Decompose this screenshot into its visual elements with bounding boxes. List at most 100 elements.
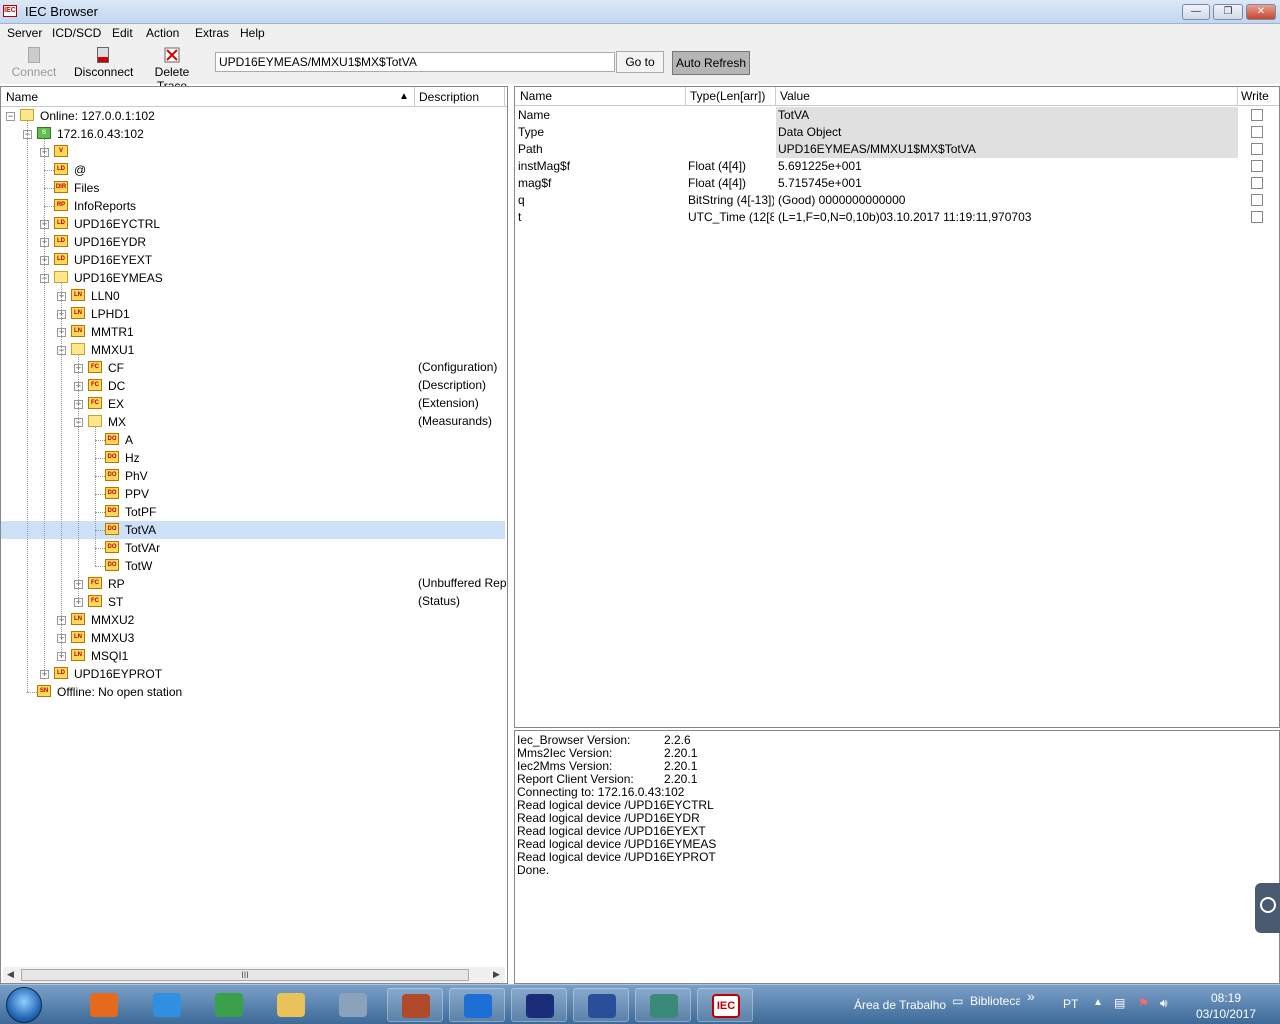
collapse-icon[interactable]: − [6,112,15,121]
tree-node[interactable]: + LN MMXU3 [1,629,505,647]
network-icon[interactable]: ▤ [1114,996,1125,1010]
write-checkbox[interactable] [1251,109,1263,121]
props-col-write[interactable]: Write [1241,89,1269,103]
disconnect-button[interactable]: Disconnect [74,47,133,81]
tree-node[interactable]: + LN LPHD1 [1,305,505,323]
tree-node[interactable]: DO Hz [1,449,505,467]
tree-pane[interactable]: Name ▲ Description − Online: 127.0.0.1:10… [0,86,508,984]
action-center-icon[interactable]: ⚑ [1138,996,1149,1010]
tree-node[interactable]: + LN LLN0 [1,287,505,305]
property-row[interactable]: instMag$f Float (4[4]) 5.691225e+001 [515,158,1279,175]
tree-node[interactable]: RP InfoReports [1,197,505,215]
tree-node[interactable]: + LD UPD16EYEXT [1,251,505,269]
tree-node[interactable]: DO TotPF [1,503,505,521]
tree-node[interactable]: + LD UPD16EYCTRL [1,215,505,233]
clock-time[interactable]: 08:19 [1211,991,1241,1005]
property-row[interactable]: Name TotVA [515,107,1279,124]
tree-node[interactable]: + LN MSQI1 [1,647,505,665]
tree-horizontal-scrollbar[interactable]: ◀ III ▶ [3,967,505,983]
scroll-left-icon[interactable]: ◀ [7,969,14,980]
language-indicator[interactable]: PT [1063,997,1078,1011]
property-row[interactable]: mag$f Float (4[4]) 5.715745e+001 [515,175,1279,192]
tree-node[interactable]: DO PhV [1,467,505,485]
menu-extras[interactable]: Extras [195,26,229,40]
write-checkbox[interactable] [1251,160,1263,172]
tree-node[interactable]: + LN MMTR1 [1,323,505,341]
props-col-type[interactable]: Type(Len[arr]) [690,89,765,103]
write-checkbox[interactable] [1251,143,1263,155]
x-tool-taskbar-button[interactable] [511,988,567,1022]
start-button[interactable] [6,987,42,1023]
tree-node[interactable]: + FC ST (Status) [1,593,505,611]
tree-node[interactable]: DO TotW [1,557,505,575]
sort-ascending-icon[interactable]: ▲ [399,91,409,102]
property-row[interactable]: t UTC_Time (12[8 (L=1,F=0,N=0,10b)03.10.20… [515,209,1279,226]
props-col-value[interactable]: Value [780,89,810,103]
tree-node[interactable]: − UPD16EYMEAS [1,269,505,287]
ie-taskbar-button[interactable] [139,988,195,1022]
keyboard-taskbar-button[interactable] [325,988,381,1022]
property-row[interactable]: Path UPD16EYMEAS/MMXU1$MX$TotVA [515,141,1279,158]
config-tool-taskbar-button[interactable] [635,988,691,1022]
tree-node[interactable]: + FC RP (Unbuffered Rep.. [1,575,507,593]
write-checkbox[interactable] [1251,126,1263,138]
firefox-taskbar-button[interactable] [76,988,132,1022]
tree-node[interactable]: DO TotVAr [1,539,505,557]
menu-server[interactable]: Server [7,26,42,40]
tree-node[interactable]: + FC EX (Extension) [1,395,505,413]
tree-node[interactable]: − S 172.16.0.43:102 [1,125,505,143]
volume-icon[interactable]: 🔊︎ [1160,996,1168,1011]
write-checkbox[interactable] [1251,177,1263,189]
property-row[interactable]: Type Data Object [515,124,1279,141]
tray-expand-icon[interactable]: ▲ [1093,997,1103,1008]
remote-desktop-taskbar-button[interactable] [387,988,443,1022]
tree-node[interactable]: DO A [1,431,505,449]
tree-node[interactable]: + LD UPD16EYPROT [1,665,505,683]
tree-node[interactable]: DIR Files [1,179,505,197]
property-row[interactable]: q BitString (4[-13]) (Good) 0000000000000 [515,192,1279,209]
clock-date[interactable]: 03/10/2017 [1196,1007,1256,1021]
menu-edit[interactable]: Edit [112,26,133,40]
tree-node[interactable]: + LD UPD16EYDR [1,233,505,251]
menu-icd-scd[interactable]: ICD/SCD [52,26,101,40]
log-pane[interactable]: Iec_Browser Version: 2.2.6 Mms2Iec Version… [514,730,1280,984]
chrome-taskbar-button[interactable] [201,988,257,1022]
tree-node[interactable]: DO TotVA [1,521,505,539]
ld-icon: LD [54,217,68,229]
write-checkbox[interactable] [1251,194,1263,206]
teamviewer-side-tab[interactable] [1255,883,1280,933]
props-col-name[interactable]: Name [520,89,552,103]
tree-node[interactable]: DO PPV [1,485,505,503]
maximize-button[interactable]: ❐ [1213,4,1243,20]
tree-node[interactable]: − MMXU1 [1,341,505,359]
auto-refresh-button[interactable]: Auto Refresh [672,51,750,75]
goto-button[interactable]: Go to [616,51,664,73]
toolbar-chevron-icon[interactable]: » [1027,988,1035,1004]
iec-browser-taskbar-button[interactable]: IEC [697,988,753,1022]
tree-node[interactable]: + V [1,143,505,161]
scroll-thumb[interactable]: III [21,969,469,981]
minimize-button[interactable]: — [1182,4,1210,20]
tree-node[interactable]: − MX (Measurands) [1,413,505,431]
tree-col-name[interactable]: Name [6,90,38,104]
tree-node[interactable]: − Online: 127.0.0.1:102 [1,107,505,125]
tree-node[interactable]: + FC DC (Description) [1,377,505,395]
tree-node[interactable]: LD @ [1,161,505,179]
connect-button[interactable]: Connect [10,47,58,81]
menu-help[interactable]: Help [240,26,265,40]
tree-node[interactable]: SN Offline: No open station [1,683,505,701]
scroll-right-icon[interactable]: ▶ [493,969,500,980]
libraries-toolbar-label[interactable]: Bibliotecas [970,994,1020,1008]
tree-node[interactable]: + LN MMXU2 [1,611,505,629]
desktop-toolbar-label[interactable]: Área de Trabalho [854,998,946,1012]
close-button[interactable]: ✕ [1246,4,1276,20]
path-input[interactable] [215,52,615,72]
teamviewer-taskbar-button[interactable] [449,988,505,1022]
menu-action[interactable]: Action [146,26,179,40]
network-tool-taskbar-button[interactable] [573,988,629,1022]
tree-col-description[interactable]: Description [419,90,479,104]
tree-node[interactable]: + FC CF (Configuration) [1,359,505,377]
delete-trace-button[interactable]: Delete Trace [139,47,205,93]
explorer-taskbar-button[interactable] [263,988,319,1022]
write-checkbox[interactable] [1251,211,1263,223]
